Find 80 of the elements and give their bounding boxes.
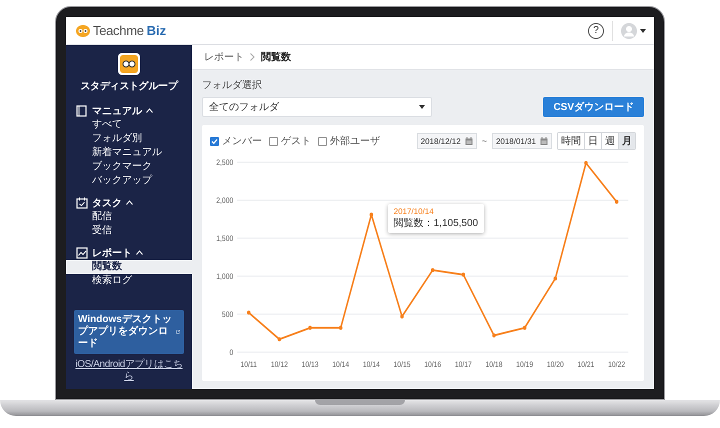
- tooltip-value: 閲覧数：1,105,500: [394, 217, 478, 230]
- axis-tick-label: 10/20: [546, 359, 564, 369]
- date-field[interactable]: 2018/12/12: [416, 133, 477, 149]
- data-point[interactable]: [308, 326, 312, 330]
- checkbox[interactable]: [269, 136, 278, 146]
- app-link[interactable]: iOS/Androidアプリはこちら: [72, 359, 186, 383]
- csv-download-button[interactable]: CSVダウンロード: [543, 97, 644, 117]
- owl-logo-icon: [76, 24, 90, 36]
- axis-tick-label: 10/17: [454, 359, 472, 369]
- nav-item[interactable]: 検索ログ: [66, 274, 192, 288]
- calendar-icon: [464, 137, 473, 145]
- logo-text: Teachme: [93, 23, 144, 38]
- data-point[interactable]: [400, 314, 404, 318]
- calendar-icon: [540, 137, 548, 145]
- folder-dropdown[interactable]: 全てのフォルダ: [202, 97, 432, 117]
- nav-item[interactable]: 配信: [66, 210, 192, 224]
- external-link-icon: [176, 328, 180, 336]
- axis-tick-label: 10/22: [608, 359, 626, 369]
- checkbox-label: メンバー: [222, 135, 262, 148]
- calendar-check-icon: [76, 196, 88, 208]
- axis-tick-label: 1,500: [216, 234, 234, 244]
- checkbox[interactable]: [318, 136, 327, 146]
- nav-item[interactable]: すべて: [66, 118, 192, 132]
- nav-item[interactable]: バックアップ: [66, 174, 192, 188]
- help-button[interactable]: ?: [588, 22, 604, 38]
- data-point[interactable]: [338, 326, 342, 330]
- nav-item[interactable]: 受信: [66, 224, 192, 238]
- data-point[interactable]: [522, 326, 526, 330]
- nav-section-header[interactable]: マニュアル: [66, 103, 192, 118]
- axis-tick-label: 2,500: [216, 158, 234, 168]
- chevron-right-icon: [250, 53, 255, 61]
- caret-icon: [640, 28, 646, 32]
- axis-tick-label: 10/16: [424, 359, 442, 369]
- breadcrumb-link[interactable]: レポート: [204, 50, 244, 64]
- date-separator: ~: [482, 136, 487, 146]
- data-point[interactable]: [462, 272, 466, 277]
- nav-item[interactable]: 新着マニュアル: [66, 146, 192, 160]
- book-icon: [76, 104, 88, 116]
- axis-tick-label: 2,000: [216, 196, 234, 206]
- nav-section-header[interactable]: レポート: [66, 245, 192, 260]
- axis-tick-label: 10/21: [578, 359, 594, 369]
- data-point[interactable]: [370, 212, 374, 217]
- axis-tick-label: 1,000: [216, 272, 234, 282]
- field-label: フォルダ選択: [202, 79, 263, 92]
- data-point[interactable]: [246, 310, 250, 315]
- data-point[interactable]: [492, 333, 496, 338]
- download-button[interactable]: Windowsデスクトップアプリをダウンロード: [74, 310, 184, 354]
- axis-tick-label: 500: [222, 309, 234, 320]
- caret-icon: [419, 105, 425, 109]
- nav-item[interactable]: 閲覧数: [66, 260, 192, 274]
- axis-tick-label: 0: [229, 347, 234, 358]
- axis-tick-label: 10/11: [240, 359, 257, 369]
- axis-tick-label: 10/12: [270, 359, 288, 369]
- user-menu[interactable]: [621, 22, 646, 38]
- checkbox-label: ゲスト: [281, 135, 311, 148]
- data-point[interactable]: [278, 337, 282, 342]
- axis-tick-label: 10/14: [362, 359, 380, 369]
- tooltip-date: 2017/10/14: [394, 207, 435, 216]
- axis-tick-label: 10/15: [394, 359, 410, 369]
- axis-tick-label: 10/13: [302, 359, 319, 369]
- axis-tick-label: 10/14: [332, 359, 350, 369]
- date-field[interactable]: 2018/01/31: [492, 133, 552, 149]
- axis-tick-label: 10/19: [516, 359, 534, 369]
- line-chart-icon: [76, 246, 88, 258]
- checkbox-label: 外部ユーザ: [330, 134, 380, 148]
- avatar-icon: [621, 22, 637, 38]
- logo-suffix: Biz: [146, 23, 166, 38]
- checkbox[interactable]: [210, 136, 219, 146]
- data-point[interactable]: [554, 276, 558, 281]
- data-point[interactable]: [430, 268, 434, 272]
- nav-item[interactable]: フォルダ別: [66, 132, 192, 146]
- axis-tick-label: 10/18: [486, 359, 502, 369]
- owl-icon: [118, 53, 140, 75]
- group-name: スタディストグループ: [80, 79, 178, 93]
- data-point[interactable]: [584, 161, 588, 166]
- nav-item[interactable]: ブックマーク: [66, 160, 192, 174]
- nav-section-header[interactable]: タスク: [66, 195, 192, 210]
- data-point[interactable]: [614, 200, 618, 204]
- period-tab[interactable]: 月: [618, 133, 635, 149]
- page-title: 閲覧数: [261, 50, 291, 64]
